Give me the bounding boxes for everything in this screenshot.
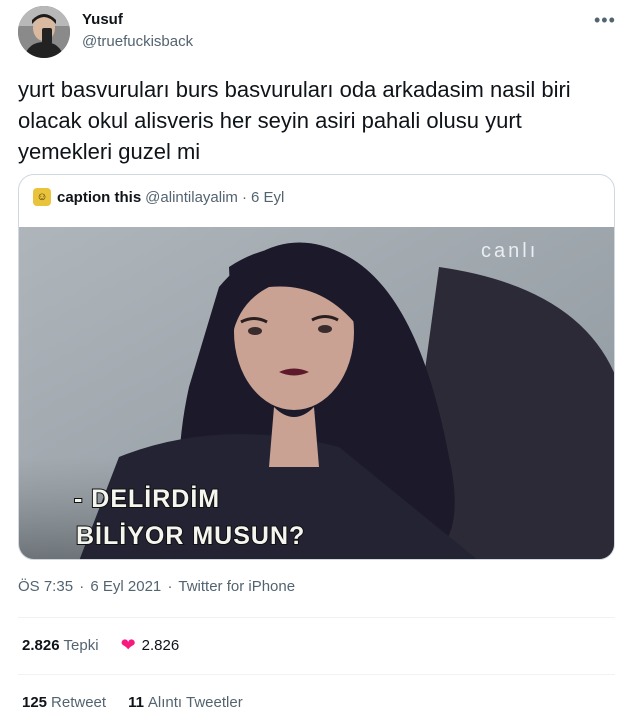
avatar-photo [18, 6, 70, 58]
heart-icon[interactable]: ❤ [121, 636, 136, 654]
quote-separator: · [241, 188, 247, 206]
tweet-source[interactable]: Twitter for iPhone [178, 578, 295, 595]
quote-author-name: caption this [57, 188, 142, 206]
quote-image[interactable]: canlı - DELİRDİM BİLİYOR MUSUN? [19, 227, 615, 560]
quote-date: 6 Eyl [250, 188, 285, 206]
avatar[interactable] [18, 6, 70, 58]
image-caption-line1: - DELİRDİM [74, 485, 220, 513]
retweet-count[interactable]: 125 [22, 694, 47, 711]
reaction-count[interactable]: 2.826 [22, 637, 60, 654]
quote-author-handle: @alintilayalim [145, 188, 238, 206]
quote-avatar: ☺ [33, 188, 51, 206]
retweet-label[interactable]: Retweet [51, 694, 106, 711]
meta-separator: · [79, 578, 85, 595]
quote-header: ☺ caption this @alintilayalim · 6 Eyl [33, 187, 284, 207]
heart-count[interactable]: 2.826 [142, 637, 180, 654]
author-name[interactable]: Yusuf [82, 10, 193, 30]
quote-tweet-count[interactable]: 11 [128, 694, 144, 711]
tweet-text: yurt basvuruları burs basvuruları oda ar… [18, 77, 571, 164]
tweet: Yusuf @truefuckisback ••• yurt basvurula… [0, 0, 635, 722]
tweet-date[interactable]: 6 Eyl 2021 [90, 578, 161, 595]
more-horizontal-icon[interactable]: ••• [594, 10, 616, 31]
divider [18, 617, 615, 618]
divider [18, 674, 615, 675]
quote-tweet[interactable]: ☺ caption this @alintilayalim · 6 Eyl ca… [18, 174, 615, 560]
meta-separator: · [167, 578, 173, 595]
retweets-row: 125 Retweet 11 Alıntı Tweetler [22, 694, 243, 711]
reaction-label[interactable]: Tepki [64, 637, 99, 654]
tweet-time[interactable]: ÖS 7:35 [18, 578, 73, 595]
author-info: Yusuf @truefuckisback [82, 10, 193, 52]
channel-logo: canlı [481, 240, 538, 262]
image-caption-line2: BİLİYOR MUSUN? [76, 522, 305, 550]
tweet-meta: ÖS 7:35 · 6 Eyl 2021 · Twitter for iPhon… [18, 578, 297, 595]
author-handle[interactable]: @truefuckisback [82, 32, 193, 52]
quote-tweet-label[interactable]: Alıntı Tweetler [148, 694, 243, 711]
reactions-row: 2.826 Tepki ❤ 2.826 [22, 636, 179, 654]
